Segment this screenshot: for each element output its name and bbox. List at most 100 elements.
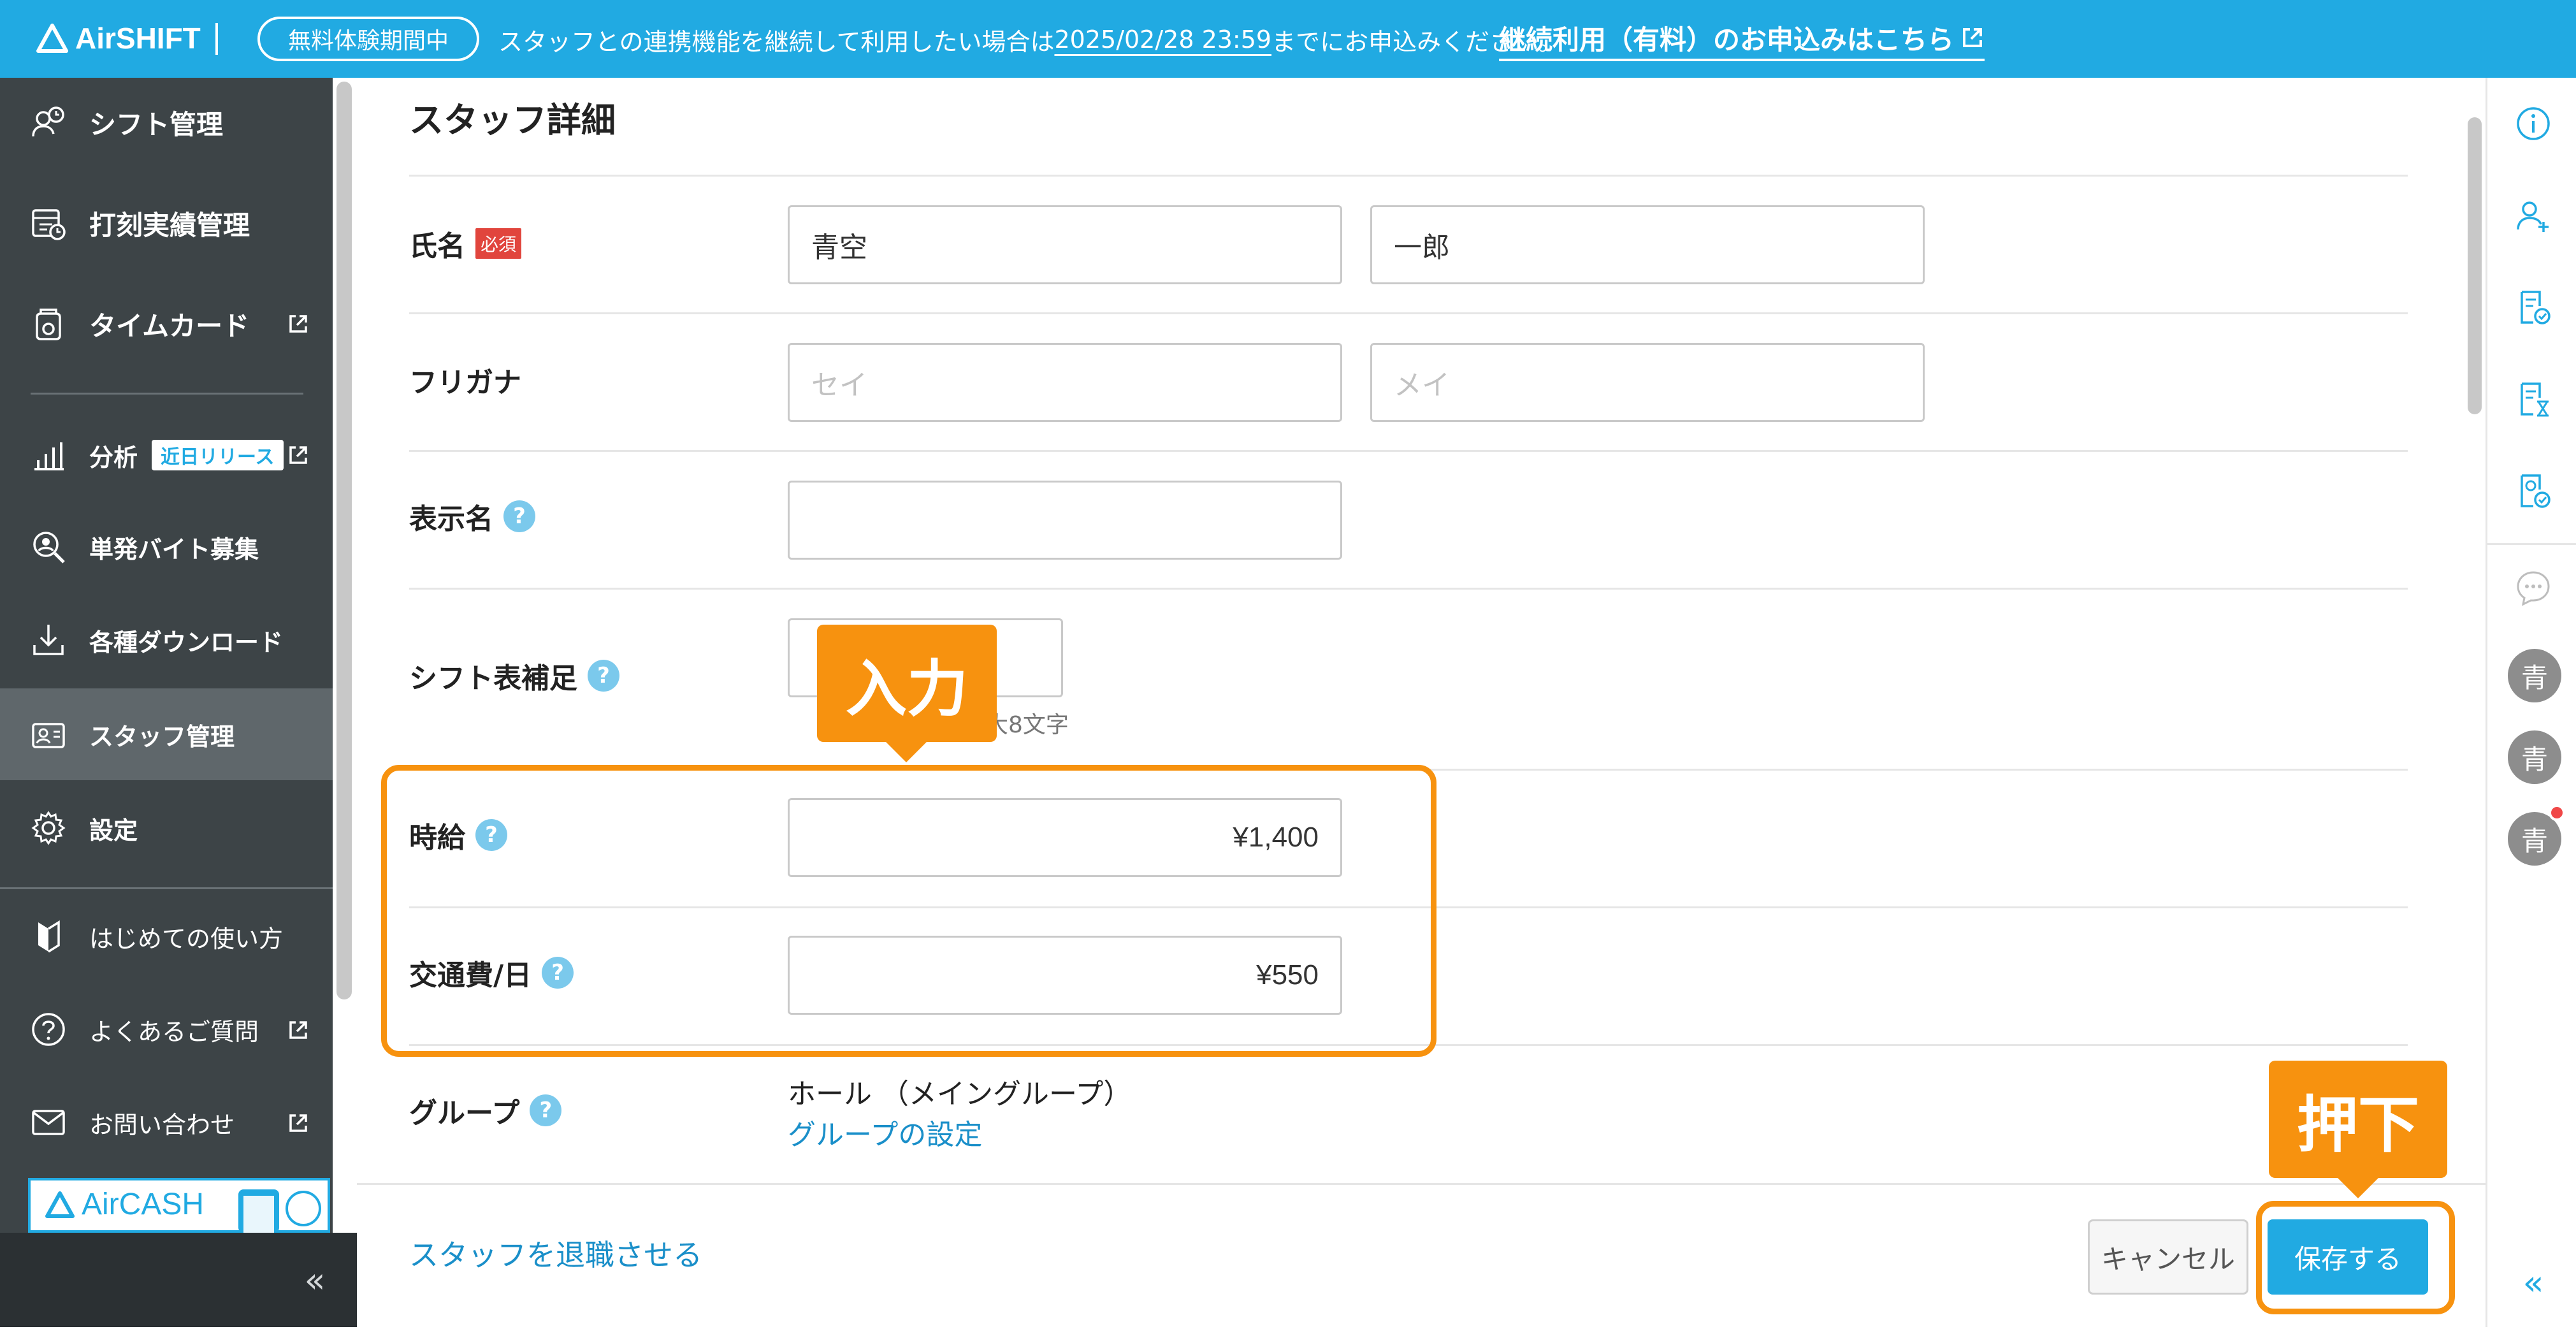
press-callout: 押下 <box>2269 1061 2447 1178</box>
chat-icon[interactable] <box>2514 569 2552 607</box>
beginner-icon <box>28 916 69 957</box>
banner-message-before: スタッフとの連携機能を継続して利用したい場合は <box>498 27 1055 56</box>
divider <box>409 450 2408 452</box>
collapse-sidebar-button[interactable]: « <box>297 1260 333 1300</box>
info-icon[interactable] <box>2514 105 2552 143</box>
kana-label-text: フリガナ <box>409 367 521 399</box>
timecard-icon <box>28 303 69 344</box>
shift-icon <box>28 102 69 143</box>
coin-icon <box>286 1191 321 1226</box>
sidebar-item-label: タイムカード <box>89 310 250 342</box>
divider <box>409 312 2408 314</box>
shift-note-hint: 大8文字 <box>985 712 1069 738</box>
add-user-icon[interactable] <box>2514 196 2552 235</box>
group-label-text: グループ <box>409 1097 520 1129</box>
top-banner: AirSHIFT 無料体験期間中 スタッフとの連携機能を継続して利用したい場合は… <box>0 0 2576 78</box>
sidebar-item-timecard[interactable]: タイムカード <box>0 286 333 362</box>
document-pending-icon[interactable] <box>2514 380 2552 418</box>
sidebar-item-label: お問い合わせ <box>89 1110 235 1139</box>
right-rail: 青 青 青 « <box>2486 78 2576 1327</box>
sidebar-item-settings[interactable]: 設定 <box>0 787 333 869</box>
sidebar-item-timeclock[interactable]: 打刻実績管理 <box>0 185 333 261</box>
aircash-label: AirCASH <box>82 1187 205 1221</box>
sidebar-item-label: スタッフ管理 <box>89 722 235 751</box>
trial-badge: 無料体験期間中 <box>257 17 479 61</box>
sidebar-item-label: 単発バイト募集 <box>89 535 259 563</box>
last-name-input[interactable]: 青空 <box>788 205 1342 284</box>
help-icon[interactable]: ? <box>588 660 619 692</box>
banner-deadline: 2025/02/28 23:59 <box>1054 25 1272 54</box>
external-link-icon <box>289 1114 307 1132</box>
name-label: 氏名 必須 <box>409 223 522 264</box>
external-link-icon <box>289 446 307 464</box>
required-badge: 必須 <box>475 228 522 259</box>
avatar[interactable]: 青 <box>2508 649 2561 702</box>
input-callout-tip <box>885 741 928 762</box>
sidebar-item-label: 分析 <box>89 443 138 472</box>
sidebar-item-staff[interactable]: スタッフ管理 <box>0 688 333 780</box>
first-name-input[interactable]: 一郎 <box>1370 205 1925 284</box>
collapse-rail-button[interactable]: « <box>2514 1263 2552 1303</box>
help-icon[interactable]: ? <box>503 500 535 532</box>
group-label: グループ ? <box>409 1090 562 1131</box>
help-icon[interactable]: ? <box>530 1094 562 1126</box>
banner-message: スタッフとの連携機能を継続して利用したい場合は 2025/02/28 23:59… <box>498 19 1562 60</box>
display-name-label-text: 表示名 <box>409 503 493 535</box>
name-label-text: 氏名 <box>409 230 465 263</box>
sidebar-item-contact[interactable]: お問い合わせ <box>0 1081 333 1164</box>
shift-note-label: シフト表補足 ? <box>409 655 619 696</box>
cancel-button[interactable]: キャンセル <box>2088 1219 2248 1295</box>
airshift-logo-icon <box>36 24 68 53</box>
display-name-input[interactable] <box>788 481 1342 560</box>
main-scrollbar-thumb[interactable] <box>2468 117 2482 414</box>
airshift-logo[interactable]: AirSHIFT <box>36 18 201 59</box>
paid-plan-link-label: 継続利用（有料）のお申込みはこちら <box>1499 24 1955 55</box>
sidebar: シフト管理 打刻実績管理 タイムカード 分析 近日リリース 単発バイト募集 各種… <box>0 78 333 1327</box>
aircash-logo-icon <box>45 1191 75 1218</box>
action-bar: スタッフを退職させる キャンセル 保存する <box>357 1183 2486 1329</box>
kana-first-input[interactable]: メイ <box>1370 343 1925 422</box>
logo-text: AirSHIFT <box>75 22 201 55</box>
main-content: スタッフ詳細 氏名 必須 青空 一郎 フリガナ セイ メイ 表示名 ? シフト表… <box>357 78 2486 1327</box>
external-link-icon <box>1963 28 1983 47</box>
logo-separator <box>215 23 218 55</box>
sidebar-item-label: よくあるご質問 <box>89 1017 259 1046</box>
external-link-icon <box>289 1021 307 1039</box>
analytics-icon <box>28 435 69 476</box>
document-approved-icon[interactable] <box>2514 472 2552 510</box>
avatar[interactable]: 青 <box>2508 730 2561 784</box>
recruit-icon <box>28 527 69 567</box>
mail-icon <box>28 1102 69 1143</box>
sidebar-item-download[interactable]: 各種ダウンロード <box>0 602 333 678</box>
sidebar-item-beginner[interactable]: はじめての使い方 <box>0 895 333 978</box>
sidebar-divider <box>0 887 333 889</box>
sidebar-item-recruit[interactable]: 単発バイト募集 <box>0 509 333 585</box>
sidebar-scrollbar-thumb[interactable] <box>336 82 352 999</box>
phone-icon <box>238 1189 279 1233</box>
shift-note-label-text: シフト表補足 <box>409 662 577 695</box>
question-icon <box>28 1009 69 1050</box>
page-title: スタッフ詳細 <box>409 100 616 140</box>
sidebar-item-label: 各種ダウンロード <box>89 628 284 657</box>
sidebar-item-shift[interactable]: シフト管理 <box>0 84 333 161</box>
document-check-icon[interactable] <box>2514 288 2552 326</box>
external-link-icon <box>289 315 307 333</box>
retire-staff-link[interactable]: スタッフを退職させる <box>409 1232 702 1274</box>
input-highlight-box <box>381 765 1436 1057</box>
input-callout: 入力 <box>817 625 997 742</box>
group-value: ホール （メイングループ） <box>788 1078 1132 1110</box>
kana-last-input[interactable]: セイ <box>788 343 1342 422</box>
download-icon <box>28 620 69 660</box>
aircash-banner[interactable]: AirCASH <box>28 1178 330 1233</box>
sidebar-item-faq[interactable]: よくあるご質問 <box>0 988 333 1071</box>
sidebar-item-analytics[interactable]: 分析 近日リリース <box>0 417 333 493</box>
sidebar-item-label: シフト管理 <box>89 108 224 140</box>
gear-icon <box>28 808 69 848</box>
paid-plan-link[interactable]: 継続利用（有料）のお申込みはこちら <box>1499 17 1985 61</box>
sidebar-item-label: 打刻実績管理 <box>89 209 250 241</box>
sidebar-item-label: はじめての使い方 <box>89 924 284 953</box>
divider <box>409 588 2408 590</box>
notification-dot <box>2549 804 2565 821</box>
aircash-logo: AirCASH <box>45 1187 204 1222</box>
group-settings-link[interactable]: グループの設定 <box>788 1112 982 1152</box>
